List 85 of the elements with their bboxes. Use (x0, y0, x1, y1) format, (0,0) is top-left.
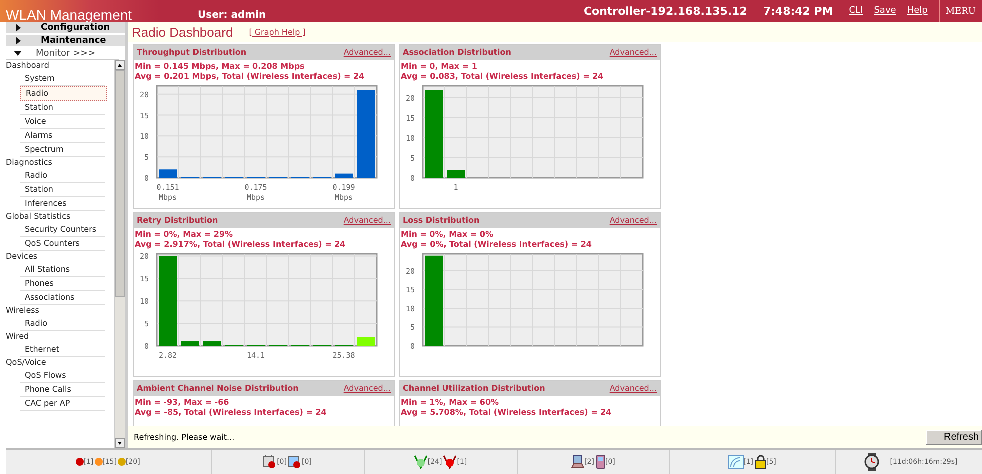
bar (335, 174, 353, 178)
sidebar-group-label: Devices (6, 251, 39, 263)
laptop-icon[interactable] (570, 455, 585, 469)
panel-title: Loss Distribution (403, 216, 480, 225)
ap-alert-icon[interactable] (288, 455, 302, 469)
watch-icon[interactable] (864, 453, 880, 471)
sidebar-item[interactable]: Voice (20, 115, 105, 129)
panel-title: Channel Utilization Distribution (403, 384, 546, 393)
scrollbar[interactable] (114, 60, 125, 448)
sidebar-item[interactable]: QoS Flows (20, 369, 105, 383)
sidebar-group-label: Dashboard (6, 60, 50, 72)
ap-down-icon[interactable] (263, 455, 278, 469)
panel-title: Throughput Distribution (137, 48, 247, 57)
alarm-dot-icon[interactable] (94, 458, 103, 466)
sidebar-section[interactable]: Configuration (6, 22, 125, 35)
wireless-icon[interactable] (728, 455, 744, 469)
sidebar-item[interactable]: All Stations (20, 263, 105, 277)
sidebar-item[interactable]: Spectrum (20, 143, 105, 157)
sidebar-item[interactable]: Station (20, 101, 105, 115)
stat-text: Min = 0%, Max = 29% (135, 230, 234, 240)
sidebar-group-label: Diagnostics (6, 157, 54, 169)
stat-text: Avg = 0.083, Total (Wireless Interfaces) = 24 (401, 72, 605, 82)
ap-fault-icon[interactable] (443, 455, 458, 469)
stat-text: Avg = 5.708%, Total (Wireless Interfaces) = 24 (401, 408, 613, 418)
sidebar-item[interactable]: Phones (20, 277, 105, 291)
stat-text: Avg = 0%, Total (Wireless Interfaces) = 24 (401, 240, 593, 250)
sidebar-item[interactable]: Alarms (20, 129, 105, 143)
advanced-link[interactable]: Advanced... (344, 384, 391, 393)
scroll-thumb[interactable] (115, 70, 125, 297)
sidebar-item[interactable]: Radio (20, 86, 107, 101)
stat-text: Min = 0, Max = 1 (401, 62, 478, 72)
sidebar-group-label: QoS/Voice (6, 357, 48, 369)
header-link[interactable]: Save (874, 6, 896, 16)
refresh-button[interactable]: Refresh (926, 430, 982, 444)
advanced-link[interactable]: Advanced... (610, 216, 657, 225)
advanced-link[interactable]: Advanced... (610, 384, 657, 393)
phone-icon[interactable] (596, 455, 606, 469)
scroll-up-button[interactable] (115, 60, 125, 70)
ap-up-icon[interactable] (414, 455, 428, 469)
panel-title: Ambient Channel Noise Distribution (137, 384, 299, 393)
alarm-dot-icon[interactable] (118, 458, 126, 466)
sidebar-item[interactable]: Security Counters (20, 223, 105, 237)
sidebar-group-label: Global Statistics (6, 211, 72, 223)
sidebar-item[interactable]: Radio (20, 317, 105, 331)
app-title: WLAN Management (6, 8, 134, 22)
header-link[interactable]: CLI (849, 6, 864, 16)
sidebar-section[interactable]: Maintenance (6, 35, 125, 48)
sidebar-group-label: Wired (6, 331, 30, 343)
panel-title: Association Distribution (403, 48, 512, 57)
advanced-link[interactable]: Advanced... (610, 48, 657, 57)
bar (203, 342, 221, 346)
stat-text: Avg = -85, Total (Wireless Interfaces) = 24 (135, 408, 328, 418)
stat-text: Avg = 2.917%, Total (Wireless Interfaces) = 24 (135, 240, 347, 250)
sidebar-item[interactable]: CAC per AP (20, 397, 105, 411)
graph-help-link[interactable]: [ Graph Help ] (249, 28, 306, 36)
sidebar-item[interactable]: Station (20, 183, 105, 197)
stat-text: Min = 0.145 Mbps, Max = 0.208 Mbps (135, 62, 306, 72)
advanced-link[interactable]: Advanced... (344, 48, 391, 57)
sidebar-item[interactable]: Ethernet (20, 343, 105, 357)
advanced-link[interactable]: Advanced... (344, 216, 391, 225)
bar (181, 342, 199, 346)
sidebar-item[interactable]: Inferences (20, 197, 105, 211)
header-link[interactable]: Help (907, 6, 928, 16)
stat-text: Avg = 0.201 Mbps, Total (Wireless Interfaces) = 24 (135, 72, 366, 82)
stat-text: Min = 0%, Max = 0% (401, 230, 494, 240)
sidebar-group-label: Wireless (6, 305, 40, 317)
user-label: User: admin (198, 10, 266, 22)
sidebar-item[interactable]: Phone Calls (20, 383, 105, 397)
controller-label: Controller-192.168.135.12 (584, 4, 748, 18)
sidebar-section[interactable]: Monitor >>> (6, 48, 119, 60)
sidebar-item[interactable]: QoS Counters (20, 237, 105, 251)
stat-text: Min = -93, Max = -66 (135, 398, 230, 408)
page-title: Radio Dashboard (132, 24, 234, 40)
alarm-dot-icon[interactable] (76, 458, 84, 466)
sidebar-item[interactable]: Associations (20, 291, 105, 305)
sidebar-item[interactable]: Radio (20, 169, 105, 183)
clock-time: 7:48:42 PM (763, 4, 834, 18)
lock-icon[interactable] (754, 455, 766, 469)
bar (447, 170, 465, 178)
panel-title: Retry Distribution (137, 216, 218, 225)
bar (159, 170, 177, 178)
bar (357, 337, 375, 346)
status-message: Refreshing. Please wait... (134, 432, 235, 442)
scroll-down-button[interactable] (115, 438, 125, 448)
stat-text: Min = 1%, Max = 60% (401, 398, 500, 408)
